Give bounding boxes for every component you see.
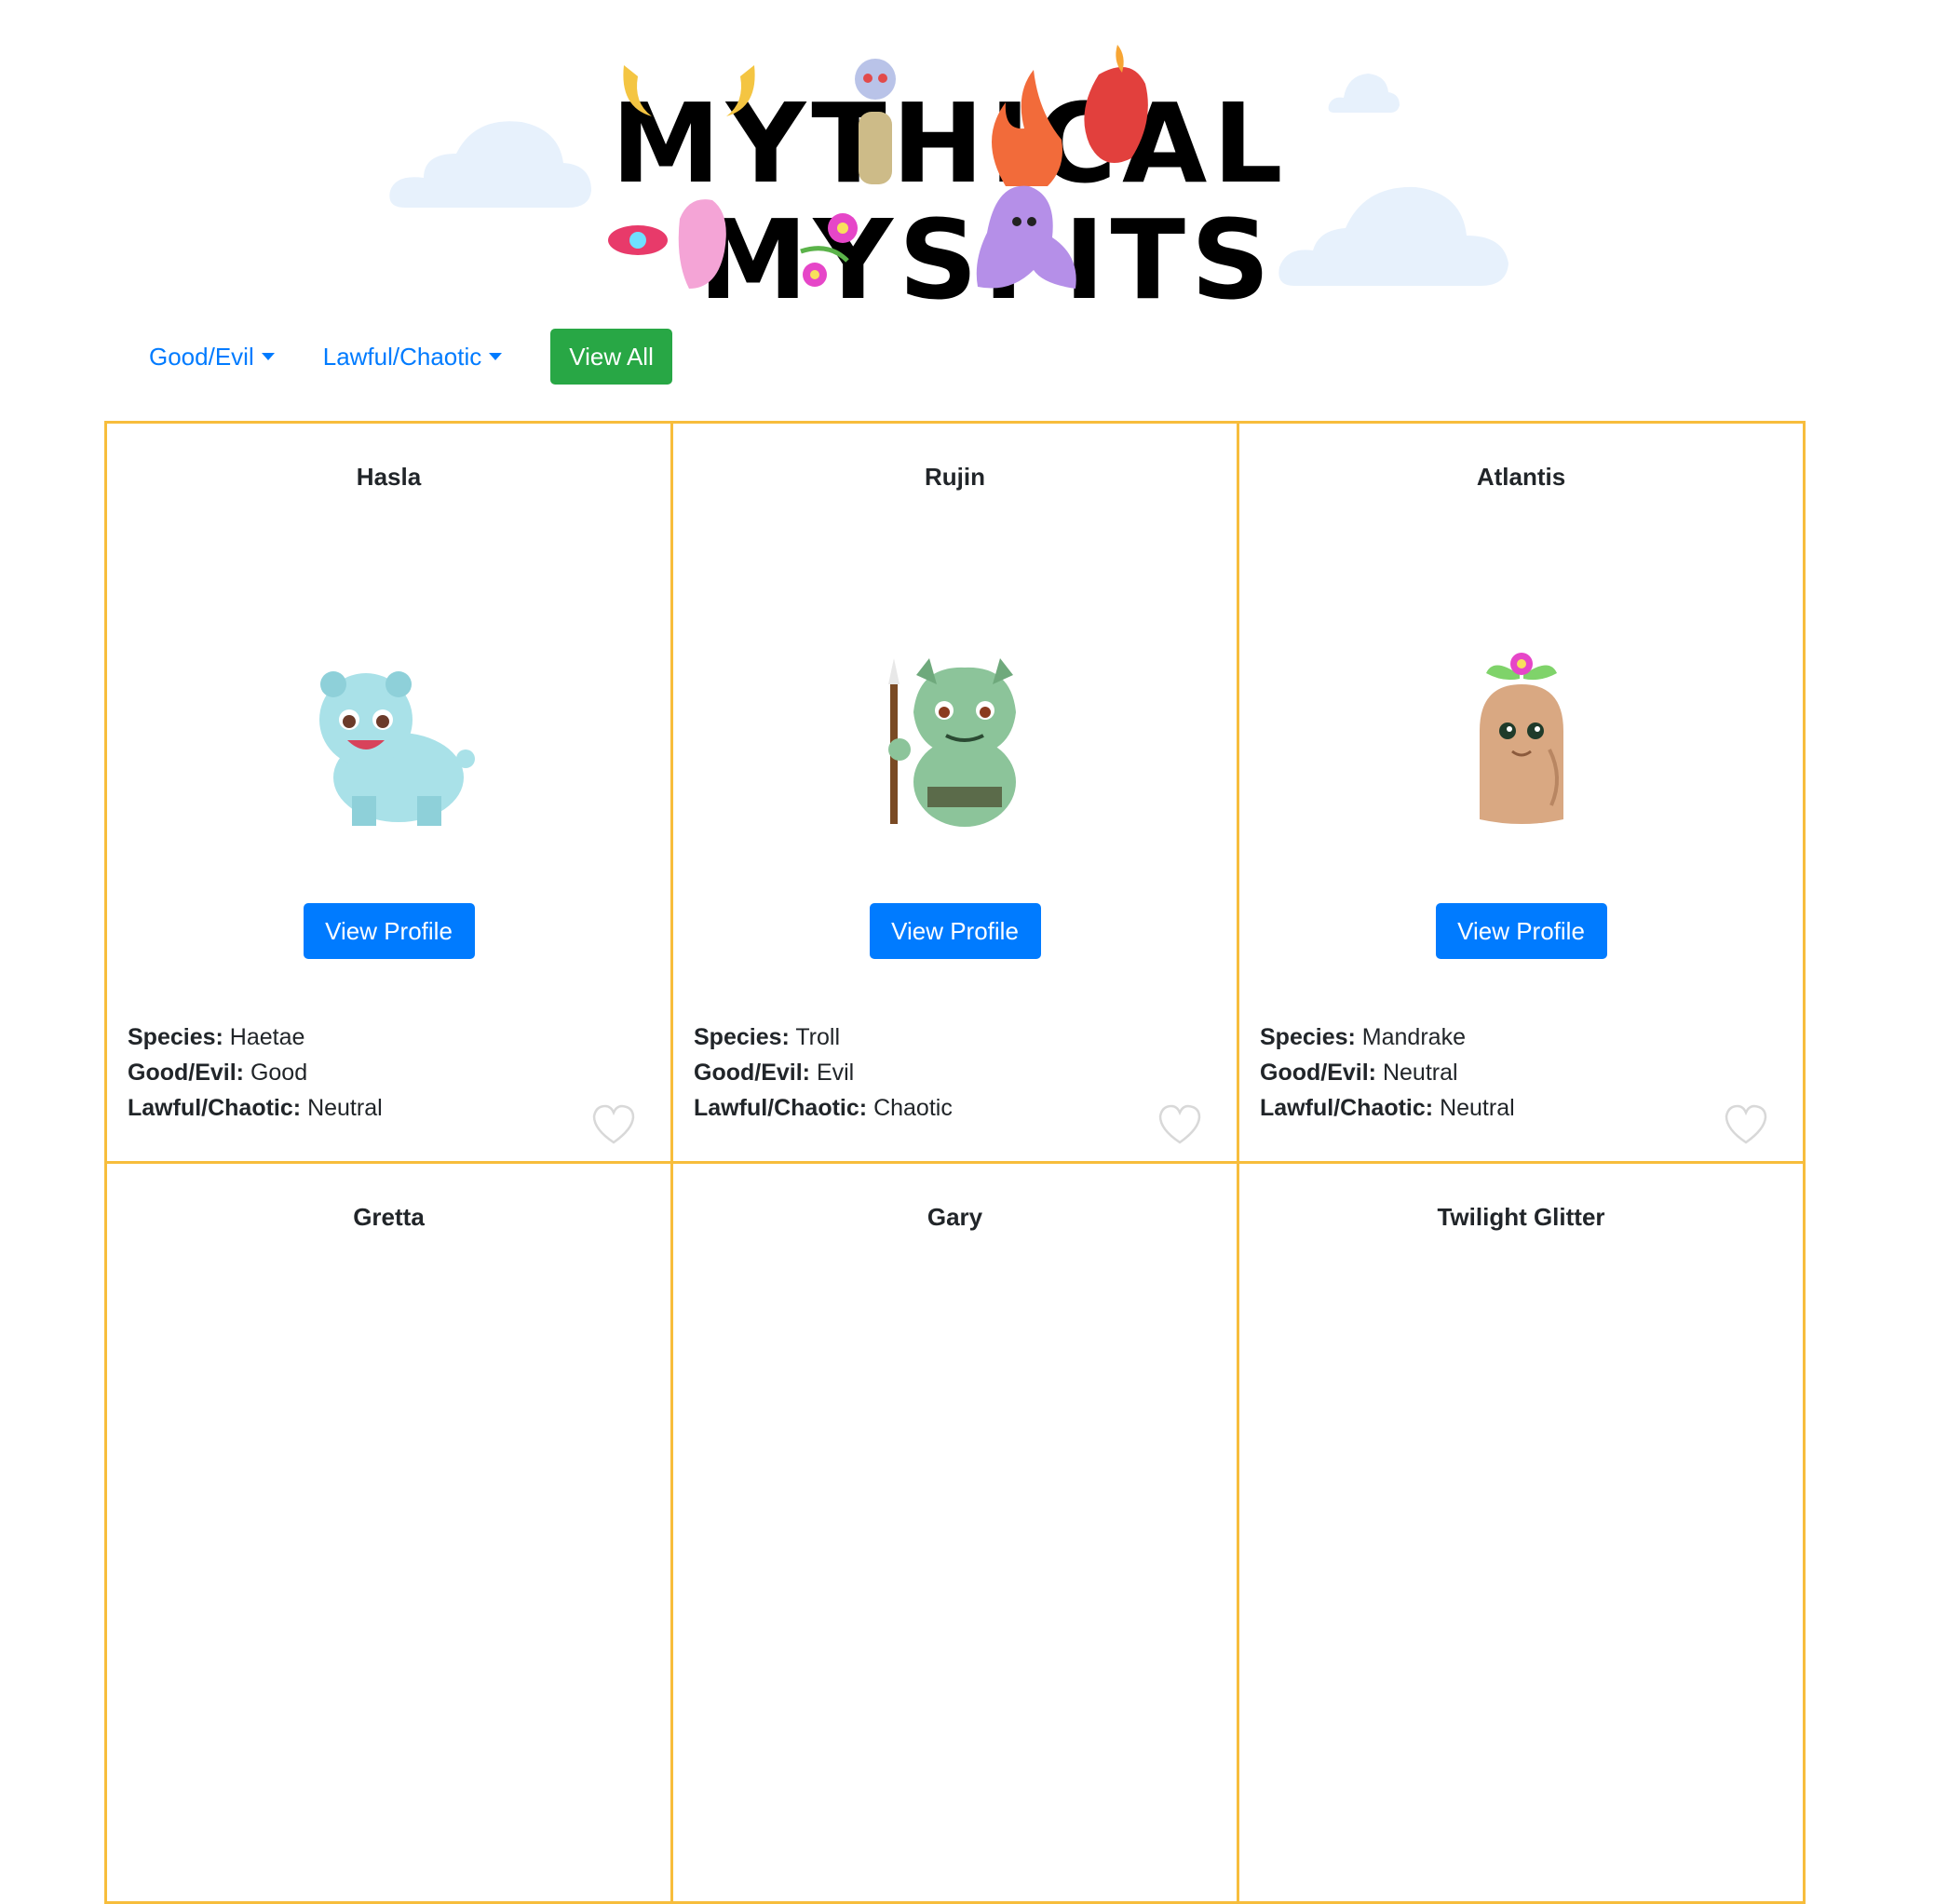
species-value: Haetae [229, 1024, 305, 1050]
pink-dragon-icon [678, 199, 726, 289]
species-value: Troll [795, 1024, 841, 1050]
lawful-chaotic-value: Chaotic [873, 1095, 953, 1121]
good-evil-dropdown-label: Good/Evil [149, 342, 254, 371]
good-evil-value: Evil [816, 1060, 855, 1086]
flame-icon [992, 70, 1062, 186]
species-label: Species: [128, 1024, 223, 1050]
view-profile-button[interactable]: View Profile [869, 903, 1041, 959]
mysfit-name: Gary [927, 1203, 983, 1231]
lawful-chaotic-label: Lawful/Chaotic: [128, 1095, 302, 1121]
mysfit-card: Atlantis View Profile Species: Mandrake … [1237, 421, 1806, 1164]
cloud-top-right [1328, 74, 1400, 113]
phoenix-icon [1084, 67, 1148, 163]
lawful-chaotic-dropdown-label: Lawful/Chaotic [322, 342, 482, 371]
heart-icon[interactable] [1723, 1103, 1769, 1146]
rope-icon [859, 112, 892, 184]
mysfit-card: Gretta [104, 1161, 673, 1904]
filter-bar: Good/Evil Lawful/Chaotic View All [149, 328, 672, 385]
cloud-left [389, 121, 591, 208]
good-evil-value: Good [250, 1060, 308, 1086]
mysfit-name: Gretta [353, 1203, 425, 1231]
caret-down-icon [261, 353, 275, 360]
lawful-chaotic-value: Neutral [307, 1095, 383, 1121]
mysfit-card: Gary [670, 1161, 1239, 1904]
lawful-chaotic-label: Lawful/Chaotic: [694, 1095, 868, 1121]
view-profile-button[interactable]: View Profile [1435, 903, 1607, 959]
horn-right-icon [726, 65, 755, 116]
mysfits-grid: Hasla View Profile Species: Haetae Good/… [104, 421, 1806, 1904]
mysfit-card: Rujin View Profile Species: Troll Good/E… [670, 421, 1239, 1164]
hasla-haetae-icon[interactable] [296, 647, 482, 833]
horn-left-icon [623, 65, 652, 116]
lawful-chaotic-dropdown[interactable]: Lawful/Chaotic [323, 343, 503, 371]
lawful-chaotic-value: Neutral [1440, 1095, 1515, 1121]
cloud-creature-icon [855, 59, 896, 100]
mysfit-card: Twilight Glitter [1237, 1161, 1806, 1904]
octopus-icon [976, 185, 1076, 289]
mysfit-details: Species: Mandrake Good/Evil: Neutral Law… [1260, 1020, 1515, 1126]
mysfit-name: Twilight Glitter [1437, 1203, 1605, 1231]
atlantis-mandrake-icon[interactable] [1428, 647, 1615, 833]
good-evil-label: Good/Evil: [694, 1060, 810, 1086]
view-profile-button[interactable]: View Profile [303, 903, 475, 959]
heart-icon[interactable] [1157, 1103, 1203, 1146]
mysfit-details: Species: Troll Good/Evil: Evil Lawful/Ch… [694, 1020, 953, 1126]
good-evil-dropdown[interactable]: Good/Evil [149, 343, 275, 371]
mysfit-card: Hasla View Profile Species: Haetae Good/… [104, 421, 673, 1164]
good-evil-label: Good/Evil: [1260, 1060, 1376, 1086]
good-evil-label: Good/Evil: [128, 1060, 244, 1086]
mythical-mysfits-logo: MYTHICAL MYSFITS [596, 19, 1304, 317]
view-all-button[interactable]: View All [550, 329, 672, 385]
caret-down-icon [489, 353, 503, 360]
species-value: Mandrake [1361, 1024, 1466, 1050]
lawful-chaotic-label: Lawful/Chaotic: [1260, 1095, 1434, 1121]
rujin-troll-icon[interactable] [862, 647, 1048, 833]
heart-icon[interactable] [590, 1103, 637, 1146]
logo-creatures-decoration [608, 45, 1148, 289]
mysfit-name: Atlantis [1476, 463, 1566, 491]
species-label: Species: [694, 1024, 790, 1050]
species-label: Species: [1260, 1024, 1356, 1050]
mysfit-name: Rujin [925, 463, 985, 491]
mysfit-details: Species: Haetae Good/Evil: Good Lawful/C… [128, 1020, 383, 1126]
good-evil-value: Neutral [1382, 1060, 1458, 1086]
mysfit-name: Hasla [356, 463, 422, 491]
